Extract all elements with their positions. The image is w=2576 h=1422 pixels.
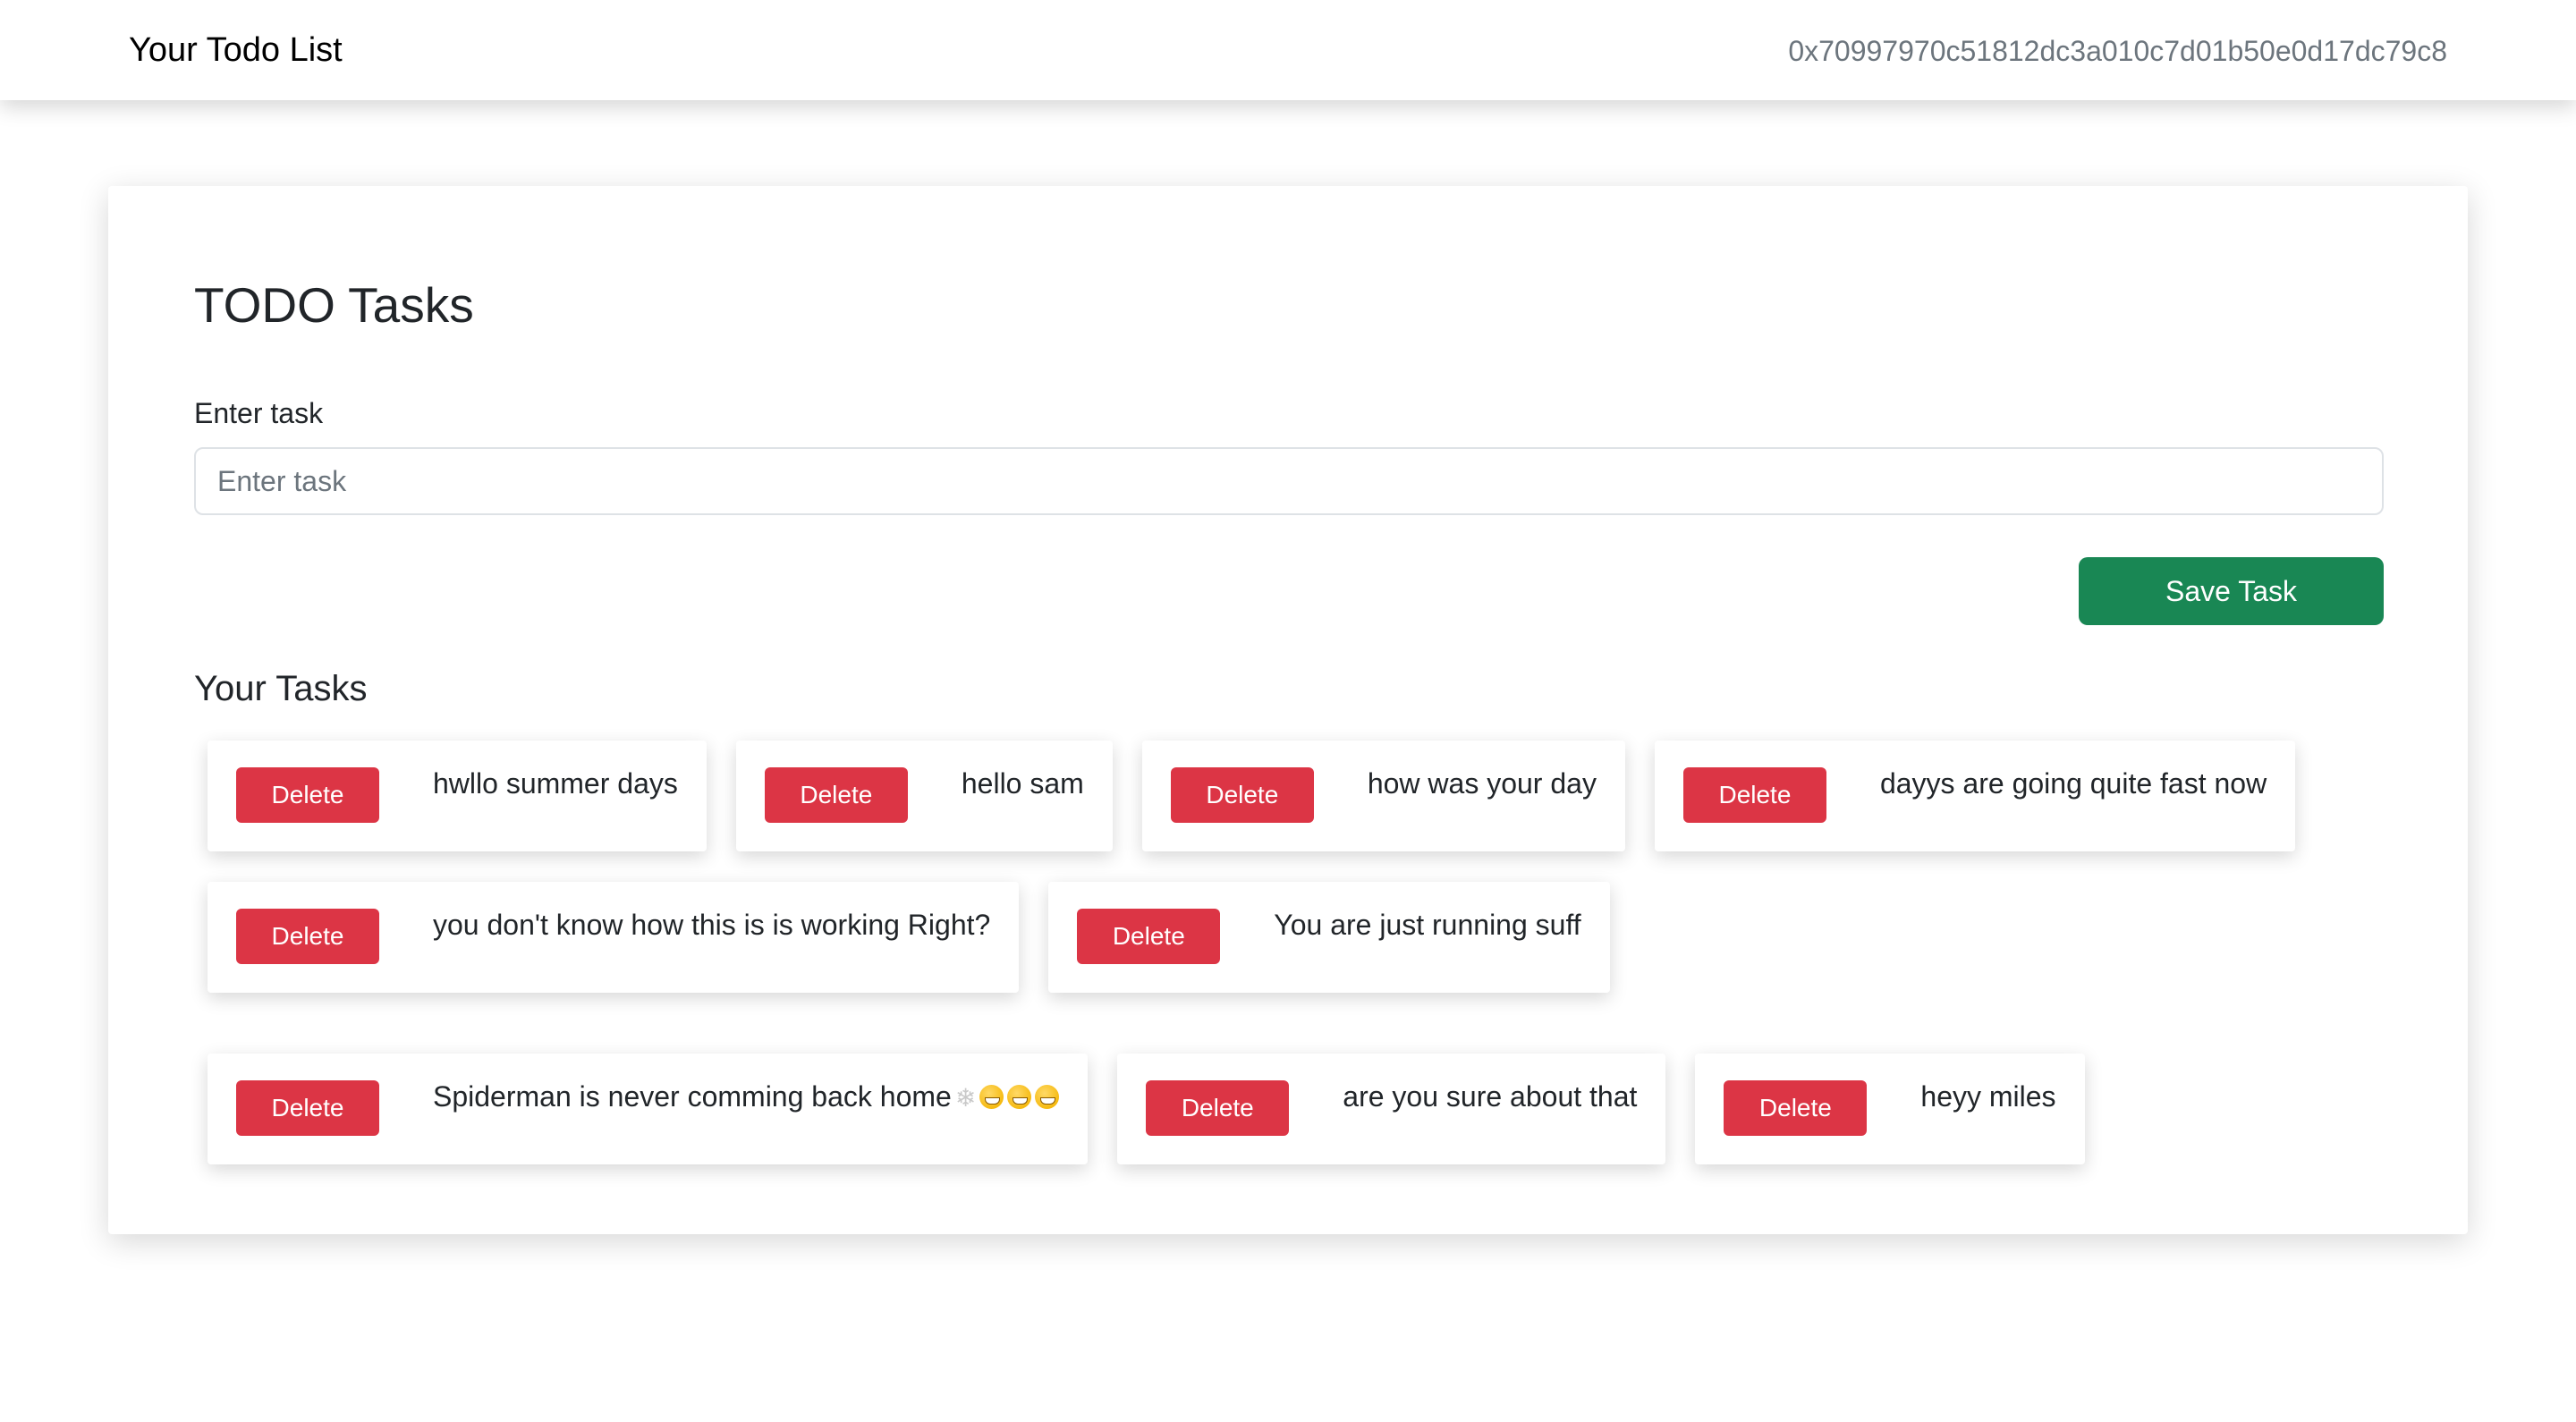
spider-web-icon: ❄ [954, 1083, 977, 1113]
task-item: Delete You are just running suff [1048, 882, 1610, 993]
app-brand[interactable]: Your Todo List [129, 27, 343, 73]
delete-task-button[interactable]: Delete [236, 767, 379, 823]
save-task-button[interactable]: Save Task [2079, 557, 2384, 625]
delete-task-button[interactable]: Delete [236, 1080, 379, 1136]
task-item: Delete heyy miles [1695, 1054, 2085, 1164]
task-input[interactable] [194, 447, 2384, 515]
task-text: hwllo summer days [433, 767, 678, 800]
task-item: Delete Spiderman is never comming back h… [208, 1054, 1089, 1164]
task-text-with-emoji: Spiderman is never comming back home ❄ [433, 1077, 1060, 1118]
delete-task-button[interactable]: Delete [764, 767, 908, 823]
delete-task-button[interactable]: Delete [1170, 767, 1314, 823]
task-text: how was your day [1367, 767, 1597, 800]
top-navbar: Your Todo List 0x70997970c51812dc3a010c7… [0, 0, 2576, 100]
task-item: Delete how was your day [1141, 741, 1625, 851]
delete-task-button[interactable]: Delete [1682, 767, 1826, 823]
task-item: Delete are you sure about that [1117, 1054, 1666, 1164]
page-title: TODO Tasks [194, 277, 474, 333]
todo-card: TODO Tasks Enter task Save Task Your Tas… [108, 186, 2468, 1234]
task-text: You are just running suff [1274, 909, 1581, 941]
grinning-face-icon [979, 1085, 1004, 1109]
account-address: 0x70997970c51812dc3a010c7d01b50e0d17dc79… [1788, 35, 2447, 67]
task-text: dayys are going quite fast now [1879, 767, 2267, 800]
delete-task-button[interactable]: Delete [236, 909, 379, 964]
grinning-face-icon [1035, 1085, 1060, 1109]
delete-task-button[interactable]: Delete [1146, 1080, 1290, 1136]
task-text: you don't know how this is is working Ri… [433, 909, 991, 941]
task-item: Delete dayys are going quite fast now [1654, 741, 2296, 851]
task-text: are you sure about that [1343, 1080, 1638, 1113]
task-item: Delete you don't know how this is is wor… [208, 882, 1020, 993]
delete-task-button[interactable]: Delete [1077, 909, 1221, 964]
task-text: heyy miles [1920, 1080, 2056, 1113]
grinning-face-icon [1007, 1085, 1032, 1109]
task-item: Delete hwllo summer days [208, 741, 707, 851]
task-text: hello sam [961, 767, 1084, 800]
delete-task-button[interactable]: Delete [1724, 1080, 1868, 1136]
task-list: Delete hwllo summer days Delete hello sa… [208, 741, 2372, 1164]
task-item: Delete hello sam [735, 741, 1113, 851]
task-input-label: Enter task [194, 397, 324, 429]
task-text: Spiderman is never comming back home [433, 1080, 952, 1113]
tasks-heading: Your Tasks [194, 669, 368, 708]
